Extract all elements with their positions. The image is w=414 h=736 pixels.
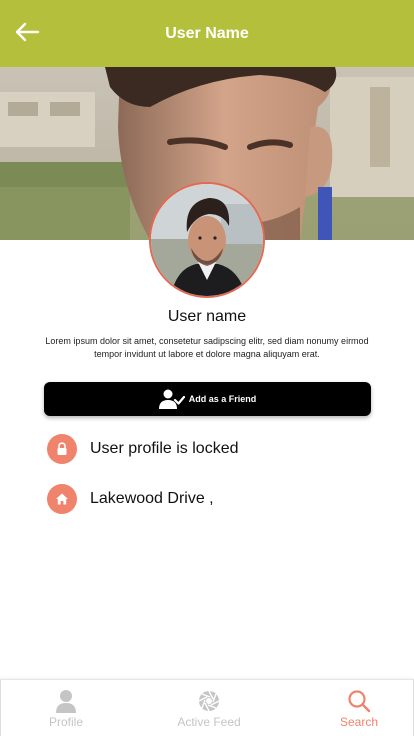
- nav-label-profile: Profile: [48, 715, 83, 729]
- nav-item-active-feed[interactable]: Active Feed: [169, 680, 249, 736]
- bottom-navigation: Profile Active Feed Search: [0, 679, 414, 736]
- nav-item-profile[interactable]: Profile: [39, 680, 93, 736]
- nav-label-active-feed: Active Feed: [177, 715, 241, 729]
- profile-name: User name: [167, 308, 247, 325]
- nav-label-search: Search: [339, 715, 379, 729]
- privacy-status-text: User profile is locked: [90, 440, 239, 457]
- aperture-icon: [196, 689, 222, 713]
- address-row: Lakewood Drive ,: [47, 484, 377, 514]
- profile-bio: Lorem ipsum dolor sit amet, consetetur s…: [45, 336, 369, 359]
- search-icon: [346, 689, 372, 713]
- top-app-bar: User Name: [0, 0, 414, 67]
- home-icon: [47, 484, 77, 514]
- privacy-row: User profile is locked: [47, 434, 377, 464]
- page-title: User Name: [165, 24, 249, 42]
- address-text: Lakewood Drive ,: [90, 490, 214, 507]
- profile-screen: User Name User name Lorem ipsum dolor si…: [0, 0, 414, 736]
- lock-icon: [47, 434, 77, 464]
- arrow-left-icon: [14, 22, 40, 47]
- nav-item-search[interactable]: Search: [331, 680, 387, 736]
- user-check-icon: [158, 389, 185, 409]
- avatar[interactable]: [149, 182, 265, 298]
- back-button[interactable]: [12, 20, 42, 48]
- add-friend-label: Add as a Friend: [188, 394, 257, 404]
- add-friend-button[interactable]: Add as a Friend: [44, 382, 371, 416]
- person-icon: [53, 689, 79, 713]
